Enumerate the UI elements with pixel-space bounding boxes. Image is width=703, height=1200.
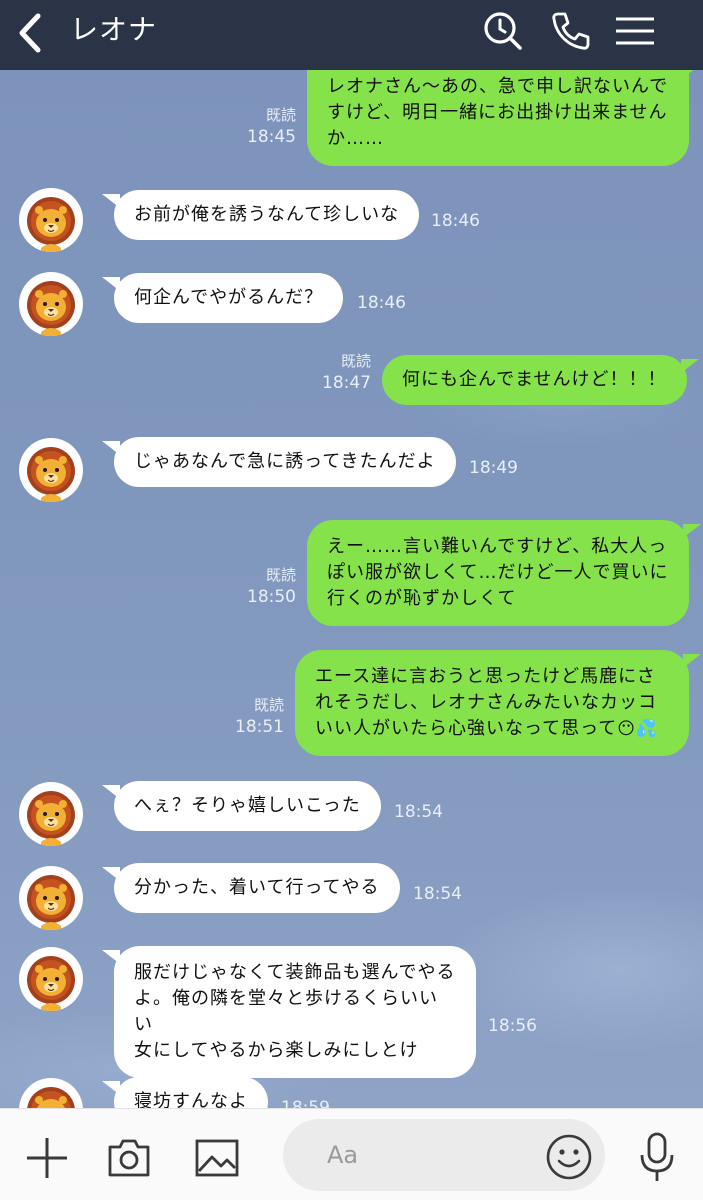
outgoing-message[interactable]: えー……言い難いんですけど、私大人っ ぽい服が欲しくて…だけど一人で買いに 行く… xyxy=(307,520,701,626)
camera-icon[interactable] xyxy=(106,1135,152,1181)
read-receipt: 既読 xyxy=(265,566,296,584)
lion-avatar[interactable] xyxy=(19,947,83,1011)
message-meta: 既読 18:51 xyxy=(226,694,284,738)
hamburger-menu-icon[interactable] xyxy=(613,8,657,54)
message-time: 18:59 xyxy=(281,1098,330,1108)
message-meta: 既読 18:47 xyxy=(313,350,371,394)
microphone-icon[interactable] xyxy=(637,1131,677,1183)
message-time: 18:51 xyxy=(235,717,284,737)
search-icon[interactable] xyxy=(480,8,526,54)
incoming-message[interactable]: 服だけじゃなくて装飾品も選んでやる よ。俺の隣を堂々と歩けるくらいいい 女にして… xyxy=(102,946,476,1078)
incoming-message[interactable]: じゃあなんで急に誘ってきたんだよ xyxy=(102,437,456,487)
message-meta: 既読 18:50 xyxy=(238,564,296,608)
message-time: 18:45 xyxy=(247,127,296,147)
chat-title: レオナ xyxy=(70,13,158,46)
message-time: 18:50 xyxy=(247,587,296,607)
outgoing-message[interactable]: 何にも企んでませんけど！！！ xyxy=(382,355,699,405)
lion-avatar[interactable] xyxy=(19,782,83,846)
lion-avatar[interactable] xyxy=(19,438,83,502)
message-input[interactable] xyxy=(327,1137,527,1173)
incoming-message[interactable]: 寝坊すんなよ xyxy=(102,1077,268,1108)
outgoing-message[interactable]: レオナさん〜あの、急で申し訳ないんで すけど、明日一緒にお出掛け出来ません か…… xyxy=(307,70,701,166)
lion-avatar[interactable] xyxy=(19,1078,83,1108)
incoming-message[interactable]: 分かった、着いて行ってやる xyxy=(102,863,400,913)
message-time: 18:46 xyxy=(357,293,406,313)
message-list[interactable]: 既読 18:45 レオナさん〜あの、急で申し訳ないんで すけど、明日一緒にお出掛… xyxy=(0,70,703,1108)
smiley-icon[interactable] xyxy=(545,1133,593,1181)
incoming-message[interactable]: へぇ？そりゃ嬉しいこった xyxy=(102,781,381,831)
message-meta: 既読 18:45 xyxy=(238,104,296,148)
lion-avatar[interactable] xyxy=(19,188,83,252)
plus-icon[interactable] xyxy=(24,1135,70,1181)
message-time: 18:54 xyxy=(413,884,462,904)
lion-avatar[interactable] xyxy=(19,866,83,930)
message-time: 18:49 xyxy=(469,458,518,478)
read-receipt: 既読 xyxy=(265,106,296,124)
message-time: 18:47 xyxy=(322,373,371,393)
image-icon[interactable] xyxy=(194,1135,240,1181)
read-receipt: 既読 xyxy=(253,696,284,714)
chevron-left-icon[interactable] xyxy=(14,10,44,56)
message-time: 18:46 xyxy=(431,211,480,231)
message-time: 18:56 xyxy=(488,1016,537,1036)
composer-bar xyxy=(0,1108,703,1200)
lion-avatar[interactable] xyxy=(19,272,83,336)
phone-icon[interactable] xyxy=(548,8,594,54)
outgoing-message[interactable]: エース達に言おうと思ったけど馬鹿にさ れそうだし、レオナさんみたいなカッコ いい… xyxy=(295,650,701,756)
read-receipt: 既読 xyxy=(340,352,371,370)
chat-header: レオナ xyxy=(0,0,703,70)
message-time: 18:54 xyxy=(394,802,443,822)
incoming-message[interactable]: お前が俺を誘うなんて珍しいな xyxy=(101,190,420,240)
message-input-container[interactable] xyxy=(283,1119,605,1191)
emoji: 😶💦 xyxy=(617,719,659,739)
incoming-message[interactable]: 何企んでやがるんだ？ xyxy=(101,273,344,323)
